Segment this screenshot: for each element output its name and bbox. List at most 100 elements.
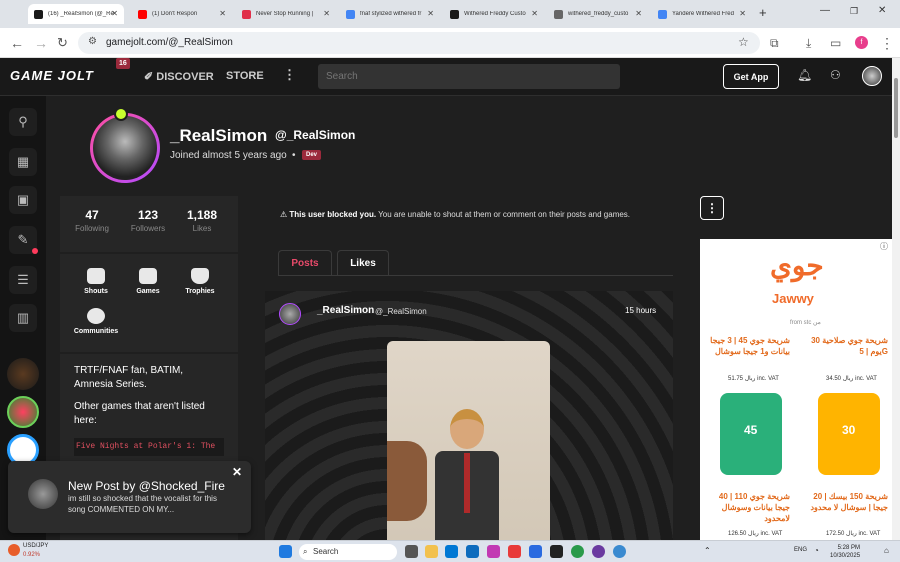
friends-icon[interactable]: ⚇ <box>830 68 841 82</box>
tab-withered-freddy[interactable]: Withered Freddy Custo ✕ <box>444 4 544 24</box>
stat-following[interactable]: 47 Following <box>64 208 120 233</box>
tab-yandere[interactable]: Yandere Withered Fred ✕ <box>652 4 752 24</box>
file-explorer-icon[interactable] <box>425 545 438 558</box>
ad-from: from stc من <box>790 320 821 326</box>
app-icon[interactable] <box>592 545 605 558</box>
dev-badge: Dev <box>302 150 322 160</box>
bell-icon[interactable]: 🔔︎ <box>797 68 812 82</box>
game-shortcut-icon[interactable] <box>7 396 39 428</box>
post-author-avatar[interactable] <box>279 303 301 325</box>
close-icon[interactable]: ✕ <box>531 9 538 18</box>
profile-username: @_RealSimon <box>275 128 356 142</box>
mail-icon[interactable] <box>445 545 458 558</box>
discover-label: DISCOVER <box>156 71 214 83</box>
sim-number: 30 <box>842 423 856 437</box>
address-bar-row: ← → ↻ ⚙ gamejolt.com/@_RealSimon ☆ ⧉ ⤓ ▭… <box>0 28 900 58</box>
close-icon[interactable]: ✕ <box>111 9 118 18</box>
tab-youtube[interactable]: (1) Don't Respon ✕ <box>132 4 232 24</box>
task-view-icon[interactable] <box>405 545 418 558</box>
chrome-icon[interactable] <box>613 545 626 558</box>
tab-posts[interactable]: Posts <box>278 250 332 276</box>
ad-offer-text: شريحة جوي 110 | 40 جيجا بيانات وسوشال لا… <box>718 492 790 523</box>
discover-icon: ✐ <box>144 71 157 83</box>
new-tab-icon[interactable]: + <box>759 5 767 20</box>
trophies-button[interactable]: Trophies <box>170 268 230 295</box>
browser-profile-avatar[interactable]: f <box>855 36 868 49</box>
tab-realsimon[interactable]: (16) _RealSimon (@_Re ✕ <box>28 4 124 24</box>
copilot-icon[interactable] <box>487 545 500 558</box>
stat-followers[interactable]: 123 Followers <box>120 208 176 233</box>
close-icon[interactable]: ✕ <box>323 9 330 18</box>
chevron-up-icon[interactable]: ⌃ <box>704 546 711 555</box>
chrome-icon[interactable] <box>571 545 584 558</box>
tab-google-search[interactable]: fnaf stylized withered fr ✕ <box>340 4 440 24</box>
minimize-icon[interactable]: — <box>820 5 830 16</box>
wifi-icon[interactable]: ◔ <box>814 546 819 555</box>
post-author-name[interactable]: _RealSimon <box>317 305 374 316</box>
ad-brand: Jawwy <box>772 291 814 306</box>
app-icon[interactable] <box>550 545 563 558</box>
outlook-icon[interactable] <box>466 545 479 558</box>
stat-likes[interactable]: 1,188 Likes <box>174 208 230 233</box>
game-shortcut-icon[interactable] <box>7 358 39 390</box>
back-icon[interactable]: ← <box>10 35 24 51</box>
more-options-icon[interactable]: ⋮ <box>283 67 296 83</box>
browser-menu-icon[interactable]: ⋮ <box>880 35 894 51</box>
notification-toast[interactable]: New Post by @Shocked_Fire im still so sh… <box>8 461 251 533</box>
tab-likes[interactable]: Likes <box>337 250 389 276</box>
site-info-icon[interactable]: ⚙ <box>88 36 97 47</box>
close-icon[interactable]: ✕ <box>219 9 226 18</box>
extensions-icon[interactable]: ⧉ <box>770 35 779 51</box>
close-icon[interactable]: ✕ <box>232 465 242 479</box>
profile-more-button[interactable]: ⋮ <box>700 196 724 220</box>
discover-link[interactable]: ✐ DISCOVER <box>144 70 214 83</box>
user-avatar[interactable] <box>862 66 882 86</box>
chat-icon[interactable]: ☰ <box>9 266 37 294</box>
notification-title: New Post by @Shocked_Fire <box>68 479 225 493</box>
backpack-icon[interactable]: ▣ <box>9 186 37 214</box>
notification-center-icon[interactable]: ⌂ <box>884 546 889 555</box>
search-input[interactable] <box>318 64 620 89</box>
close-icon[interactable]: ✕ <box>635 9 642 18</box>
close-icon[interactable]: ✕ <box>739 9 746 18</box>
games-button[interactable]: Games <box>118 268 178 295</box>
window-close-icon[interactable]: ✕ <box>878 5 886 16</box>
communities-button[interactable]: Communities <box>66 308 126 335</box>
download-icon[interactable]: ⤓ <box>806 35 811 51</box>
bookmark-star-icon[interactable]: ☆ <box>738 35 749 49</box>
stock-widget-icon[interactable] <box>8 544 20 556</box>
gamejolt-logo[interactable]: GAME JOLT <box>10 68 94 83</box>
url-field[interactable]: ⚙ gamejolt.com/@_RealSimon ☆ <box>78 32 760 54</box>
taskbar-search[interactable]: ⌕ Search <box>299 544 397 560</box>
reload-icon[interactable]: ↻ <box>57 35 68 51</box>
store-icon[interactable]: ▦ <box>9 148 37 176</box>
restore-icon[interactable]: ❐ <box>850 6 858 17</box>
advertisement[interactable]: ⓘ جوي Jawwy from stc من شريحة جوي 45 | 3… <box>700 239 892 540</box>
profile-avatar[interactable] <box>93 116 157 180</box>
library-icon[interactable]: ▥ <box>9 304 37 332</box>
windows-start-icon[interactable] <box>279 545 292 558</box>
language-indicator[interactable]: ENG <box>794 547 807 553</box>
store-link[interactable]: STORE <box>226 70 264 82</box>
close-icon[interactable]: ✕ <box>427 9 434 18</box>
tab-withered-file[interactable]: withered_freddy_custo ✕ <box>548 4 648 24</box>
post-card[interactable]: _RealSimon @_RealSimon 15 hours <box>265 291 673 540</box>
office-icon[interactable] <box>508 545 521 558</box>
page-scrollbar[interactable] <box>892 58 900 540</box>
shouts-button[interactable]: Shouts <box>66 268 126 295</box>
tab-title: Never Stop Running | <box>256 11 314 17</box>
stat-label: Followers <box>130 224 166 233</box>
app-icon[interactable] <box>529 545 542 558</box>
drawing-tie <box>464 453 470 513</box>
forward-icon[interactable]: → <box>34 35 48 51</box>
stat-value: 123 <box>137 208 159 222</box>
tab-never-stop[interactable]: Never Stop Running | ✕ <box>236 4 336 24</box>
sidebar-panel-icon[interactable]: ▭ <box>830 35 841 51</box>
get-app-button[interactable]: Get App <box>723 64 779 89</box>
post-image[interactable] <box>387 341 550 540</box>
taskbar-clock[interactable]: 5:28 PM 10/30/2025 <box>830 544 860 560</box>
post-timestamp[interactable]: 15 hours <box>625 306 656 315</box>
ad-info-icon[interactable]: ⓘ <box>880 241 888 252</box>
scrollbar-thumb[interactable] <box>894 78 898 138</box>
activity-icon[interactable]: ⚲ <box>9 108 37 136</box>
